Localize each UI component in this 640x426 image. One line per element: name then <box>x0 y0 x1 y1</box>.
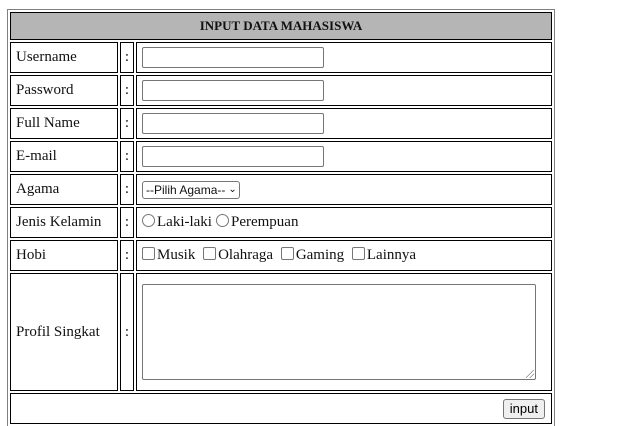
gender-label: Jenis Kelamin <box>10 207 118 238</box>
chevron-down-icon: ⌄ <box>228 184 237 195</box>
agama-label: Agama <box>10 174 118 205</box>
hobi-option-label: Gaming <box>295 247 345 263</box>
colon-separator: : <box>120 141 134 172</box>
gender-radio-laki-laki[interactable] <box>142 214 155 227</box>
colon-separator: : <box>120 273 134 391</box>
colon-separator: : <box>120 174 134 205</box>
profil-textarea[interactable] <box>142 284 536 380</box>
hobi-checkbox-olahraga[interactable] <box>203 247 217 260</box>
fullname-label: Full Name <box>10 108 118 139</box>
hobi-option-label: Musik <box>157 247 196 263</box>
hobi-checkbox-musik[interactable] <box>142 247 155 260</box>
password-label: Password <box>10 75 118 106</box>
hobi-label: Hobi <box>10 240 118 271</box>
submit-cell: input <box>10 393 552 424</box>
student-form-table: INPUT DATA MAHASISWA Username : Password… <box>7 9 555 426</box>
profil-cell <box>136 273 552 391</box>
hobi-option-label: Lainnya <box>366 247 417 263</box>
password-cell <box>136 75 552 106</box>
colon-separator: : <box>120 240 134 271</box>
submit-button[interactable]: input <box>502 398 545 419</box>
gender-radio-perempuan[interactable] <box>215 214 229 227</box>
colon-separator: : <box>120 108 134 139</box>
agama-cell: --Pilih Agama-- ⌄ <box>136 174 552 205</box>
username-label: Username <box>10 42 118 73</box>
agama-selected-value: --Pilih Agama-- <box>146 182 226 197</box>
email-label: E-mail <box>10 141 118 172</box>
gender-option-label: Perempuan <box>230 214 299 230</box>
hobi-checkbox-gaming[interactable] <box>280 247 294 260</box>
username-input[interactable] <box>142 47 324 68</box>
password-input[interactable] <box>142 80 324 101</box>
hobi-checkbox-lainnya[interactable] <box>351 247 365 260</box>
resize-grip-icon[interactable] <box>526 370 534 378</box>
hobi-cell: Musik Olahraga Gaming Lainnya <box>136 240 552 271</box>
colon-separator: : <box>120 42 134 73</box>
username-cell <box>136 42 552 73</box>
agama-select[interactable]: --Pilih Agama-- ⌄ <box>142 180 240 199</box>
profil-label: Profil Singkat <box>10 273 118 391</box>
hobi-option-label: Olahraga <box>218 247 274 263</box>
fullname-input[interactable] <box>142 113 324 134</box>
gender-option-label: Laki-laki <box>157 214 212 230</box>
email-cell <box>136 141 552 172</box>
form-title: INPUT DATA MAHASISWA <box>10 12 552 40</box>
colon-separator: : <box>120 207 134 238</box>
colon-separator: : <box>120 75 134 106</box>
gender-cell: Laki-laki Perempuan <box>136 207 552 238</box>
email-input[interactable] <box>142 146 324 167</box>
fullname-cell <box>136 108 552 139</box>
